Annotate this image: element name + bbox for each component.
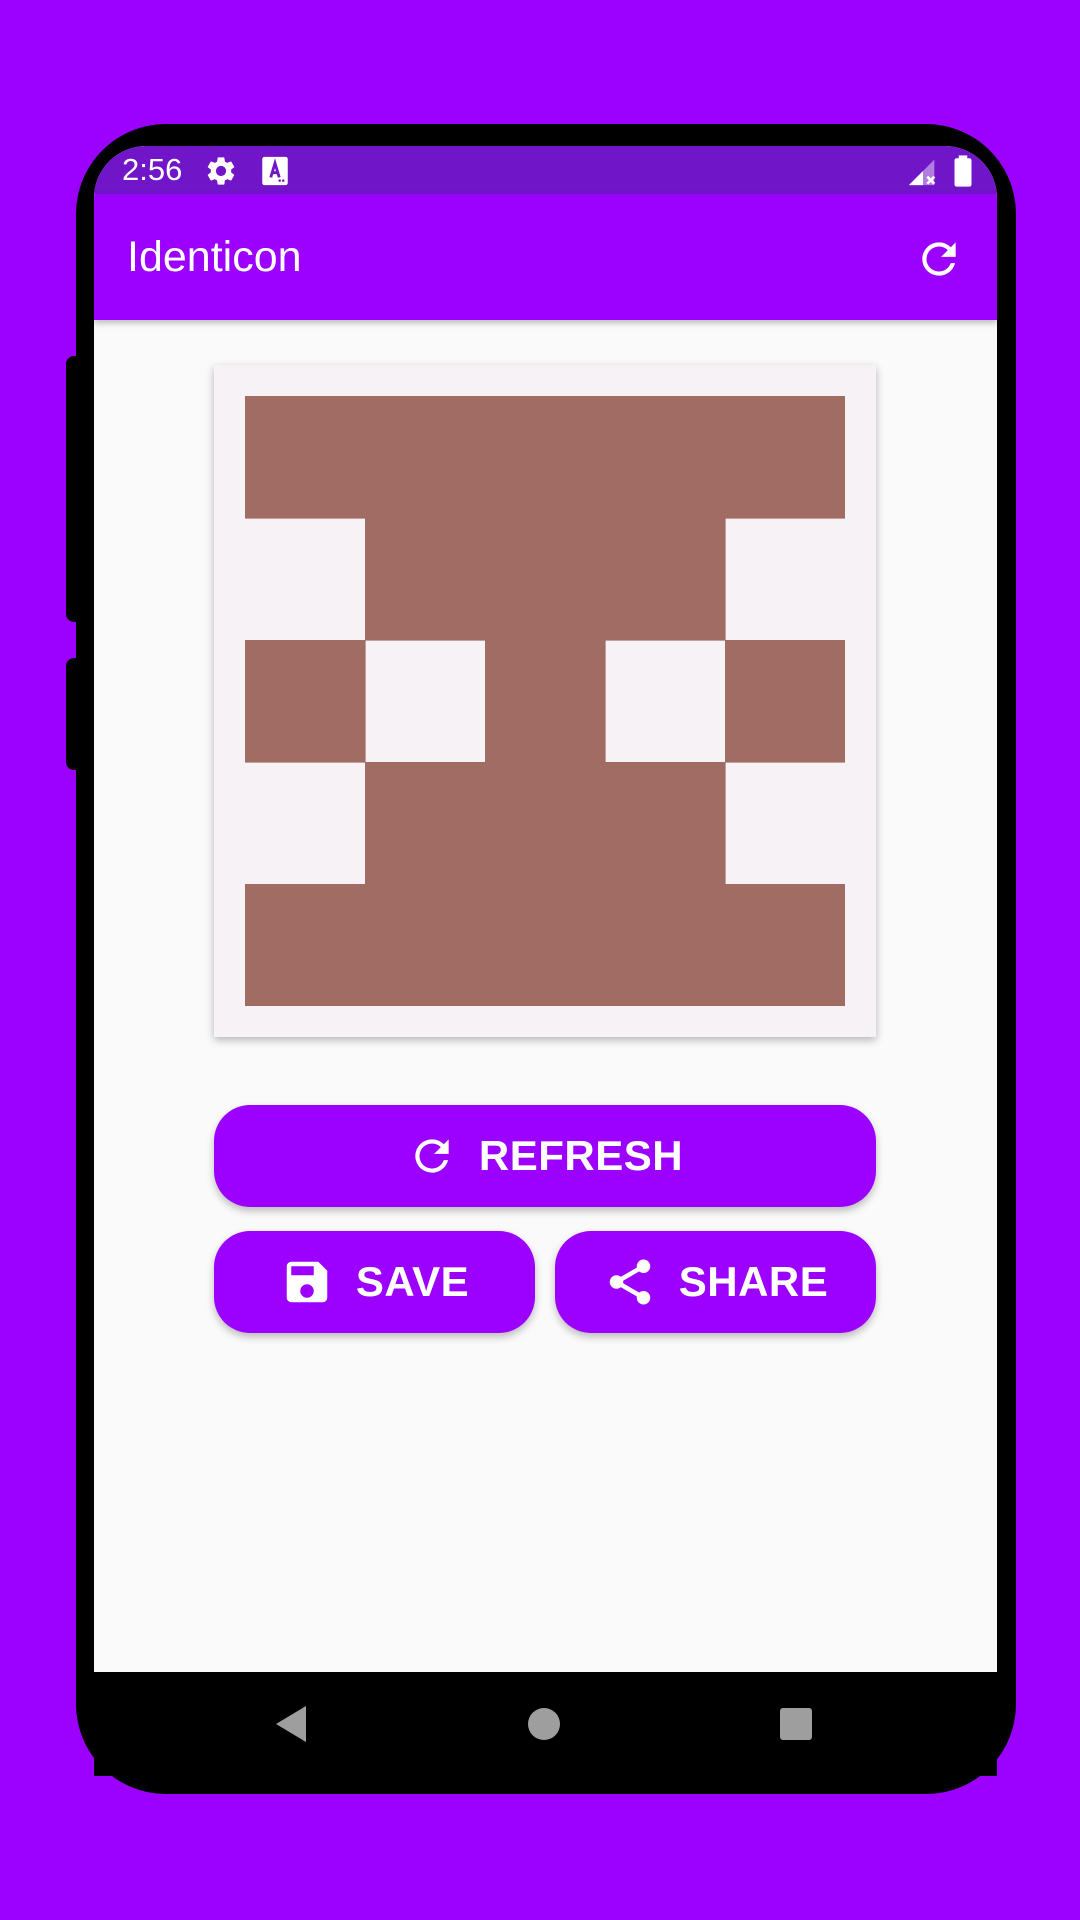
- refresh-icon[interactable]: [914, 234, 964, 284]
- page-title: Identicon: [127, 233, 302, 281]
- app-screen: 2:56 Identicon REFRESH SAVE SHARE: [94, 146, 997, 1672]
- identicon-cell: [605, 762, 726, 885]
- identicon-cell: [605, 396, 726, 519]
- floppy-disk-icon: [286, 1261, 328, 1303]
- identicon-cell: [245, 884, 366, 1006]
- save-button-label: SAVE: [355, 1258, 470, 1305]
- identicon-cell: [245, 640, 366, 763]
- identicon-cell: [725, 884, 845, 1006]
- identicon-cell: [485, 884, 606, 1006]
- identicon-cell: [725, 396, 845, 519]
- text-a-icon: [262, 156, 288, 186]
- identicon-image: [245, 396, 845, 1006]
- identicon-cell: [605, 884, 726, 1006]
- back-icon[interactable]: [272, 1702, 312, 1746]
- save-button[interactable]: SAVE: [214, 1231, 535, 1333]
- share-button-label: SHARE: [678, 1258, 829, 1305]
- navigation-bar: [94, 1672, 997, 1776]
- status-bar: 2:56: [94, 146, 997, 194]
- identicon-cell: [245, 396, 366, 519]
- gear-icon: [207, 157, 235, 185]
- app-bar: Identicon: [94, 194, 997, 320]
- identicon-cell: [365, 884, 486, 1006]
- identicon-card: [214, 365, 876, 1037]
- identicon-cell: [365, 518, 486, 641]
- refresh-button-label: REFRESH: [478, 1132, 684, 1179]
- signal-icon: [908, 159, 936, 186]
- identicon-cell: [605, 518, 726, 641]
- status-time: 2:56: [122, 152, 183, 187]
- share-button[interactable]: SHARE: [555, 1231, 876, 1333]
- recents-icon[interactable]: [778, 1706, 814, 1742]
- identicon-cell: [365, 396, 486, 519]
- share-icon: [609, 1259, 650, 1305]
- home-icon[interactable]: [526, 1706, 562, 1742]
- identicon-cell: [485, 396, 606, 519]
- identicon-cell: [485, 518, 606, 641]
- battery-icon: [954, 155, 972, 187]
- refresh-icon: [415, 1139, 449, 1173]
- refresh-button[interactable]: REFRESH: [214, 1105, 876, 1207]
- identicon-cell: [485, 640, 606, 763]
- identicon-cell: [485, 762, 606, 885]
- identicon-cell: [365, 762, 486, 885]
- identicon-cell: [725, 640, 845, 763]
